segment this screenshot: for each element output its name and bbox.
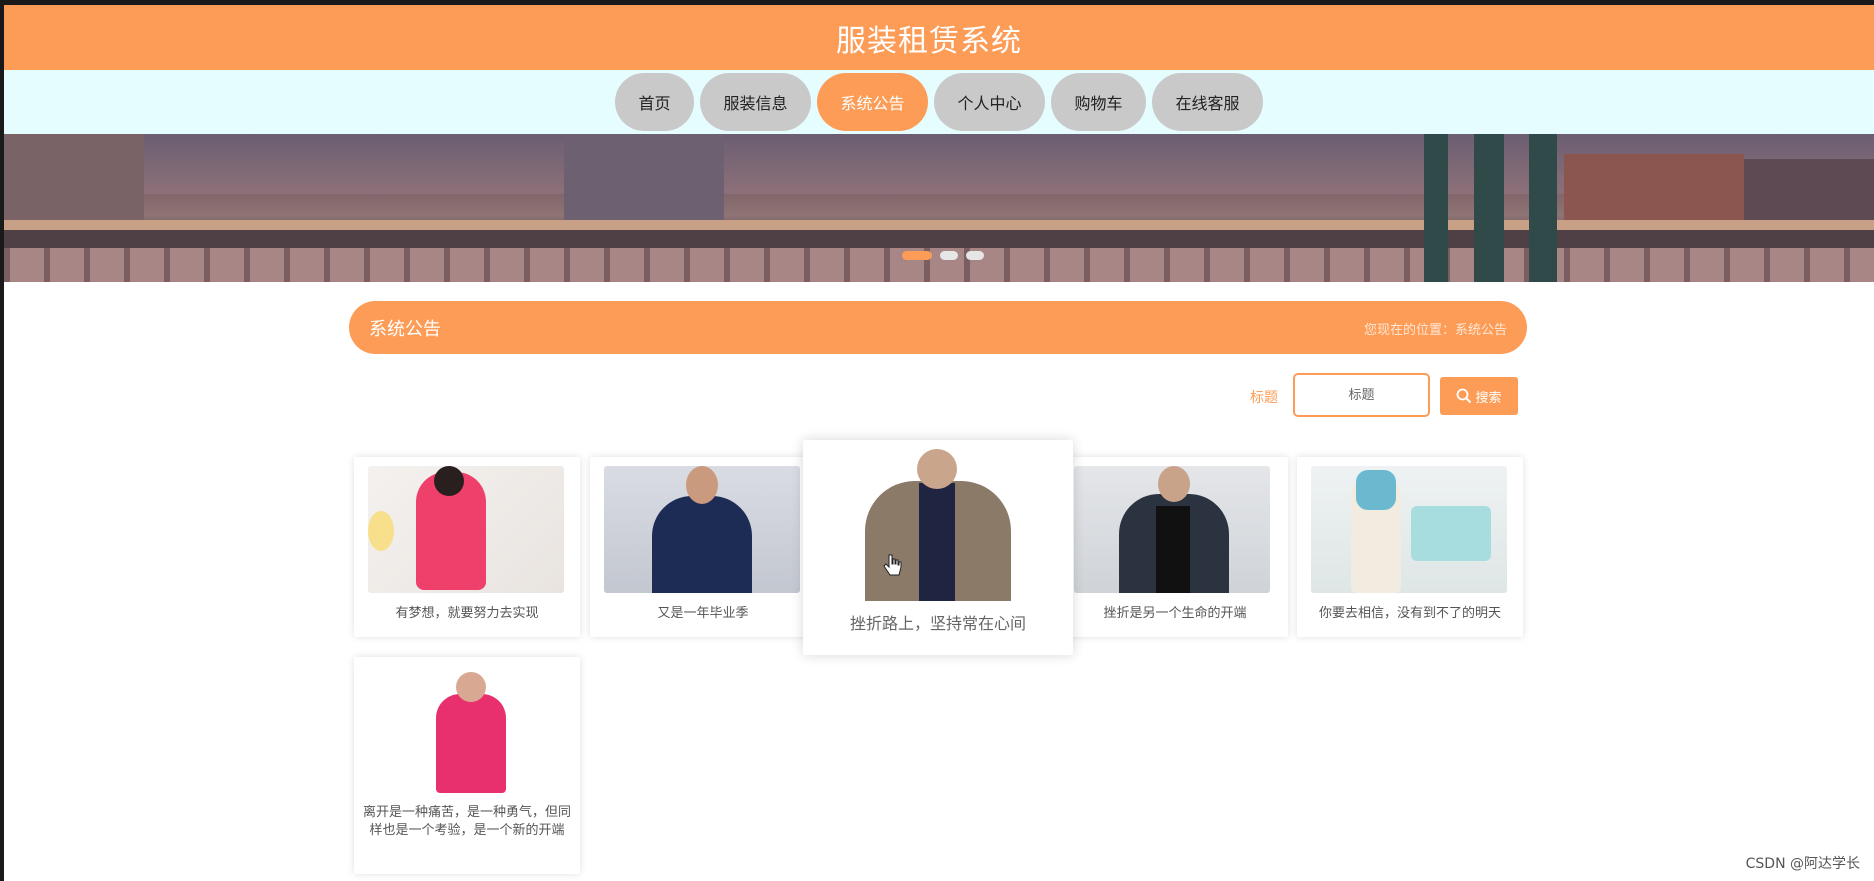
site-title: 服装租赁系统 bbox=[836, 23, 1022, 59]
banner-pillar bbox=[1474, 134, 1504, 282]
card-caption: 你要去相信，没有到不了的明天 bbox=[1318, 606, 1501, 621]
carousel-dot[interactable] bbox=[966, 251, 984, 260]
banner-road bbox=[4, 220, 1874, 230]
announcement-card[interactable]: 挫折路上，坚持常在心间 bbox=[803, 440, 1073, 655]
card-caption: 有梦想，就要努力去实现 bbox=[395, 606, 539, 621]
breadcrumb: 您现在的位置： 系统公告 bbox=[1364, 319, 1507, 338]
banner-road-shadow bbox=[4, 230, 1874, 248]
search-icon bbox=[1457, 388, 1472, 404]
search-button[interactable]: 搜索 bbox=[1440, 377, 1518, 415]
banner-carousel[interactable] bbox=[4, 134, 1874, 282]
banner-pillar bbox=[1529, 134, 1557, 282]
banner-building bbox=[4, 134, 144, 234]
nav-item-cart[interactable]: 购物车 bbox=[1051, 73, 1146, 131]
search-button-label: 搜索 bbox=[1475, 390, 1502, 406]
nav-item-clothing-info[interactable]: 服装信息 bbox=[700, 73, 811, 131]
card-image bbox=[1311, 466, 1507, 593]
announcement-card[interactable]: 离开是一种痛苦，是一种勇气，但同样也是一个考验，是一个新的开端 bbox=[354, 657, 580, 874]
banner-building bbox=[564, 134, 724, 234]
carousel-dots bbox=[902, 251, 984, 260]
nav-item-online-service[interactable]: 在线客服 bbox=[1152, 73, 1263, 131]
card-caption: 又是一年毕业季 bbox=[657, 606, 749, 621]
nav-item-personal-center[interactable]: 个人中心 bbox=[934, 73, 1045, 131]
section-title: 系统公告 bbox=[369, 319, 441, 340]
card-image bbox=[847, 449, 1027, 601]
carousel-dot[interactable] bbox=[940, 251, 958, 260]
card-caption: 挫折路上，坚持常在心间 bbox=[849, 614, 1026, 633]
search-input[interactable] bbox=[1293, 373, 1430, 417]
carousel-dot[interactable] bbox=[902, 251, 932, 260]
main-nav: 首页 服装信息 系统公告 个人中心 购物车 在线客服 bbox=[4, 70, 1874, 134]
card-image bbox=[368, 466, 564, 593]
site-header: 服装租赁系统 bbox=[4, 5, 1874, 70]
section-header: 系统公告 您现在的位置： 系统公告 bbox=[349, 301, 1527, 354]
search-label: 标题 bbox=[1250, 390, 1278, 406]
announcement-card[interactable]: 有梦想，就要努力去实现 bbox=[354, 457, 580, 637]
watermark: CSDN @阿达学长 bbox=[1745, 856, 1860, 872]
card-image bbox=[368, 666, 564, 793]
card-caption: 离开是一种痛苦，是一种勇气，但同样也是一个考验，是一个新的开端 bbox=[362, 805, 571, 838]
announcement-card[interactable]: 又是一年毕业季 bbox=[590, 457, 816, 637]
announcement-card[interactable]: 挫折是另一个生命的开端 bbox=[1062, 457, 1288, 637]
breadcrumb-current[interactable]: 系统公告 bbox=[1455, 319, 1507, 338]
nav-item-home[interactable]: 首页 bbox=[615, 73, 694, 131]
banner-pillar bbox=[1424, 134, 1448, 282]
nav-item-announcements[interactable]: 系统公告 bbox=[817, 73, 928, 131]
card-caption: 挫折是另一个生命的开端 bbox=[1103, 606, 1247, 621]
announcement-card[interactable]: 你要去相信，没有到不了的明天 bbox=[1297, 457, 1523, 637]
breadcrumb-prefix: 您现在的位置： bbox=[1363, 323, 1455, 338]
card-image bbox=[1074, 466, 1270, 593]
hand-cursor-icon bbox=[883, 554, 902, 576]
card-image bbox=[604, 466, 800, 593]
